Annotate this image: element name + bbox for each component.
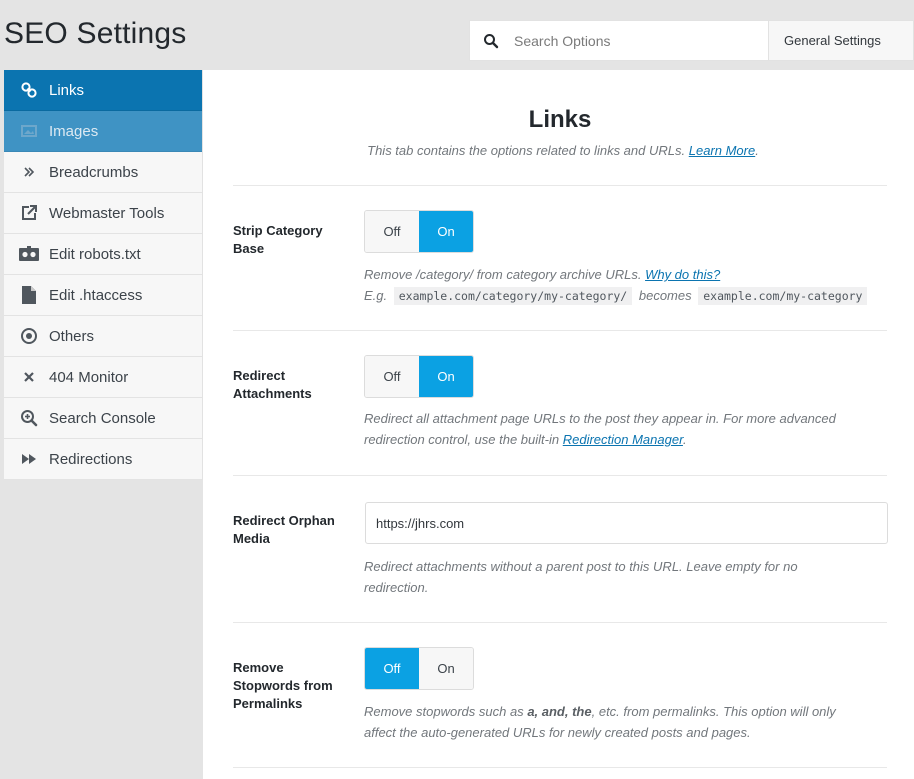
remove-stopwords-label: Remove Stopwords from Permalinks xyxy=(233,660,333,711)
sidebar-item-404-monitor[interactable]: 404 Monitor xyxy=(4,357,202,398)
section-description: This tab contains the options related to… xyxy=(367,143,759,158)
sidebar-item-label: Images xyxy=(49,122,99,140)
strip-category-help: Remove /category/ from category archive … xyxy=(364,264,884,307)
remove-stopwords-help: Remove stopwords such as a, and, the, et… xyxy=(364,704,836,740)
divider xyxy=(233,767,887,768)
redirection-manager-link[interactable]: Redirection Manager xyxy=(563,432,683,447)
chevrons-right-icon xyxy=(19,162,39,182)
sidebar-item-redirections[interactable]: Redirections xyxy=(4,439,202,480)
search-input[interactable] xyxy=(512,31,752,50)
sidebar-item-label: Others xyxy=(49,327,95,345)
remove-stopwords-off-option[interactable]: Off xyxy=(365,648,419,689)
remove-stopwords-on-option[interactable]: On xyxy=(419,648,473,689)
link-icon xyxy=(19,80,39,100)
sidebar-item-label: Breadcrumbs xyxy=(49,163,139,181)
section-heading: Links xyxy=(528,106,592,133)
sidebar-item-search-console[interactable]: Search Console xyxy=(4,398,202,439)
redirect-orphan-url-input[interactable] xyxy=(365,502,888,544)
page-title: SEO Settings xyxy=(4,17,187,50)
sidebar-item-robots[interactable]: Edit robots.txt xyxy=(4,234,202,275)
sidebar-item-label: Links xyxy=(49,81,85,99)
sidebar-item-label: Edit robots.txt xyxy=(49,245,141,263)
sidebar-item-links[interactable]: Links xyxy=(4,70,202,111)
sidebar-item-label: Webmaster Tools xyxy=(49,204,165,222)
strip-category-on-option[interactable]: On xyxy=(419,211,473,252)
strip-category-toggle[interactable]: Off On xyxy=(364,210,474,253)
sidebar-item-label: Redirections xyxy=(49,450,133,468)
fast-forward-icon xyxy=(19,449,39,469)
redirect-orphan-help: Redirect attachments without a parent po… xyxy=(364,559,798,595)
divider xyxy=(233,475,887,476)
search-icon xyxy=(470,33,512,49)
settings-selector[interactable]: General Settings xyxy=(769,20,914,61)
divider xyxy=(233,330,887,331)
strip-category-label: Strip Category Base xyxy=(233,223,323,256)
search-box[interactable] xyxy=(469,20,769,61)
learn-more-link[interactable]: Learn More xyxy=(689,143,755,158)
sidebar-item-breadcrumbs[interactable]: Breadcrumbs xyxy=(4,152,202,193)
remove-stopwords-toggle[interactable]: Off On xyxy=(364,647,474,690)
code-example: example.com/my-category xyxy=(698,287,868,305)
settings-panel: Links This tab contains the options rela… xyxy=(203,70,914,779)
search-zoom-icon xyxy=(19,408,39,428)
redirect-attachments-on-option[interactable]: On xyxy=(419,356,473,397)
redirect-attachments-toggle[interactable]: Off On xyxy=(364,355,474,398)
strip-category-off-option[interactable]: Off xyxy=(365,211,419,252)
redirect-attachments-label: Redirect Attachments xyxy=(233,368,312,401)
robot-icon xyxy=(19,244,39,264)
divider xyxy=(233,185,887,186)
why-do-this-link[interactable]: Why do this? xyxy=(645,267,720,282)
close-icon xyxy=(19,367,39,387)
sidebar-item-htaccess[interactable]: Edit .htaccess xyxy=(4,275,202,316)
sidebar-item-images[interactable]: Images xyxy=(4,111,202,152)
redirect-attachments-help: Redirect all attachment page URLs to the… xyxy=(364,411,836,447)
file-icon xyxy=(19,285,39,305)
sidebar-item-label: Search Console xyxy=(49,409,156,427)
circle-dot-icon xyxy=(19,326,39,346)
external-link-icon xyxy=(19,203,39,223)
sidebar-item-label: 404 Monitor xyxy=(49,368,129,386)
sidebar-item-label: Edit .htaccess xyxy=(49,286,143,304)
sidebar: Links Images Breadcrumbs Webmaster Tools… xyxy=(4,70,203,480)
divider xyxy=(233,622,887,623)
redirect-attachments-off-option[interactable]: Off xyxy=(365,356,419,397)
sidebar-item-webmaster-tools[interactable]: Webmaster Tools xyxy=(4,193,202,234)
code-example: example.com/category/my-category/ xyxy=(393,287,633,305)
redirect-orphan-label: Redirect Orphan Media xyxy=(233,513,335,546)
sidebar-item-others[interactable]: Others xyxy=(4,316,202,357)
images-icon xyxy=(19,121,39,141)
